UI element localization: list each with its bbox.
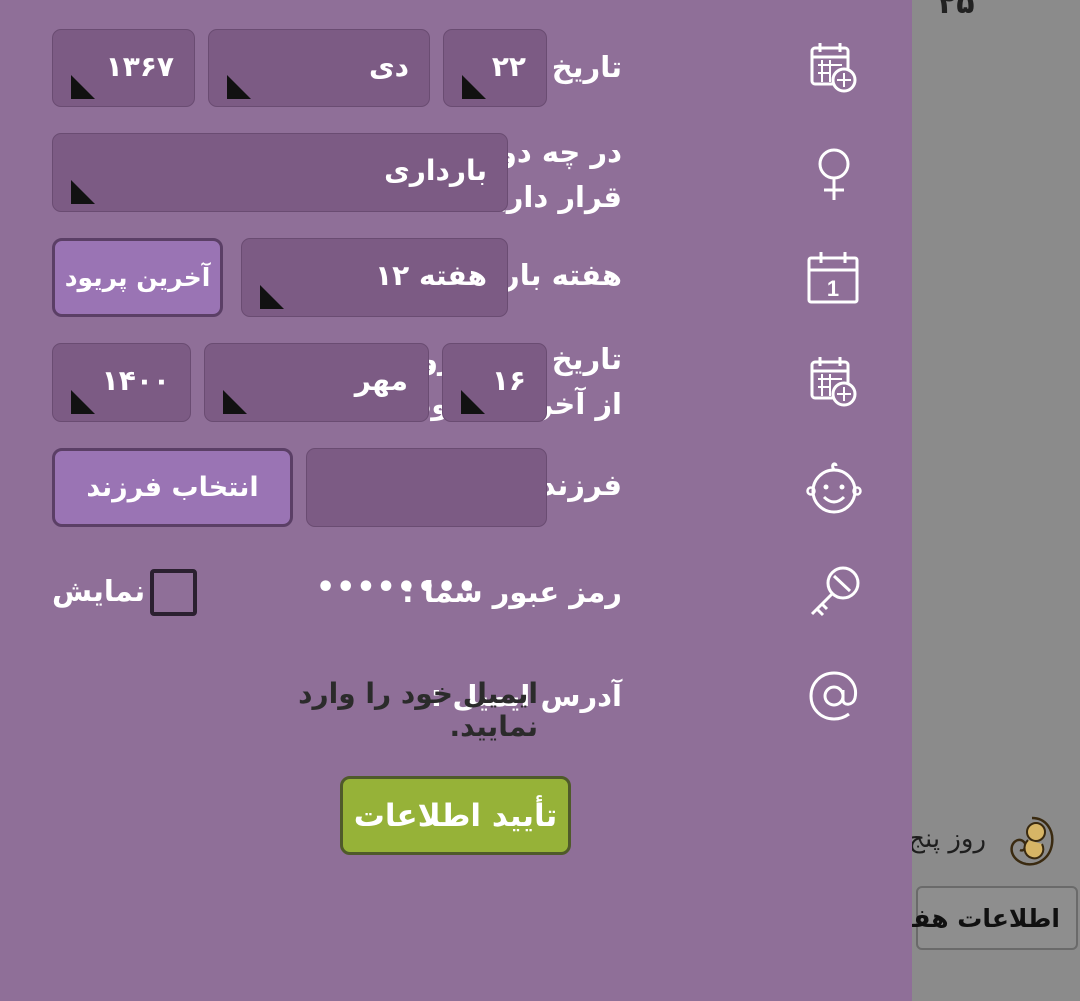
- birth-month-dropdown[interactable]: دی: [208, 29, 430, 107]
- week-info-button[interactable]: اطلاعات هفته: [912, 886, 1078, 950]
- last-period-day-value: ۱۶: [491, 364, 526, 397]
- background-app: ۲۵ روز پنج اطلاعات هفته: [912, 0, 1080, 1001]
- background-day-label: روز پنج: [912, 824, 986, 854]
- dropdown-arrow-icon: [71, 390, 95, 414]
- baby-face-icon: [806, 462, 862, 514]
- profile-panel: تاریخ تولد : ۲۲ دی ۱۳۶۷ در چه دوره ی قرا…: [0, 0, 912, 1001]
- last-period-year-value: ۱۴۰۰: [101, 364, 170, 397]
- dropdown-arrow-icon: [71, 180, 95, 204]
- last-period-day-dropdown[interactable]: ۱۶: [442, 343, 547, 422]
- at-sign-icon: [809, 671, 858, 721]
- active-child-field[interactable]: [306, 448, 547, 527]
- birth-year-dropdown[interactable]: ۱۳۶۷: [52, 29, 195, 107]
- female-symbol-icon: [818, 148, 850, 200]
- dropdown-arrow-icon: [462, 75, 486, 99]
- last-period-year-dropdown[interactable]: ۱۴۰۰: [52, 343, 191, 422]
- last-period-button[interactable]: آخرین پریود: [52, 238, 223, 317]
- dropdown-arrow-icon: [461, 390, 485, 414]
- password-field[interactable]: ••••••••: [316, 570, 477, 605]
- show-password-checkbox[interactable]: [150, 569, 197, 616]
- birth-month-value: دی: [368, 50, 409, 83]
- select-child-button[interactable]: انتخاب فرزند: [52, 448, 293, 527]
- dropdown-arrow-icon: [227, 75, 251, 99]
- period-stage-dropdown[interactable]: بارداری: [52, 133, 508, 212]
- calendar-icon: [810, 43, 857, 93]
- last-period-month-dropdown[interactable]: مهر: [204, 343, 429, 422]
- fetus-icon: [1010, 816, 1054, 866]
- email-input[interactable]: ایمیل خود را وارد نمایید.: [256, 677, 538, 743]
- pregnancy-week-value: هفته ۱۲: [375, 259, 487, 292]
- confirm-button[interactable]: تأیید اطلاعات: [340, 776, 571, 855]
- birth-day-dropdown[interactable]: ۲۲: [443, 29, 547, 107]
- pregnancy-week-dropdown[interactable]: هفته ۱۲: [241, 238, 508, 317]
- dropdown-arrow-icon: [223, 390, 247, 414]
- birth-day-value: ۲۲: [491, 50, 526, 83]
- calendar-icon: [810, 357, 857, 407]
- dropdown-arrow-icon: [71, 75, 95, 99]
- last-period-month-value: مهر: [354, 364, 408, 397]
- key-icon: [810, 566, 860, 617]
- background-number: ۲۵: [938, 0, 975, 21]
- show-password-label: نمایش: [52, 574, 146, 608]
- svg-text:1: 1: [827, 276, 839, 301]
- period-stage-value: بارداری: [384, 154, 487, 187]
- dropdown-arrow-icon: [260, 285, 284, 309]
- birth-year-value: ۱۳۶۷: [105, 50, 174, 83]
- calendar-day-icon: 1: [807, 252, 859, 304]
